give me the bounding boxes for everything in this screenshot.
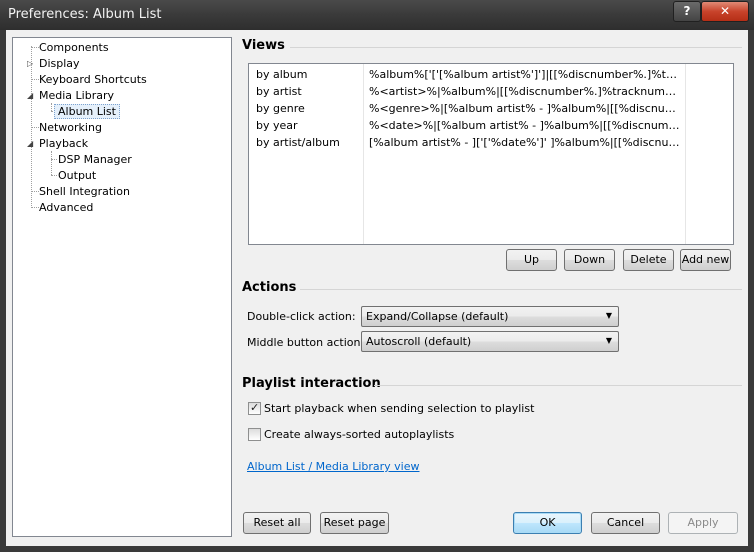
tree-item-label: Album List — [54, 104, 120, 119]
middle-button-select[interactable]: Autoscroll (default) ▼ — [361, 331, 619, 352]
expand-arrow-icon[interactable]: ▷ — [27, 59, 33, 68]
always-sorted-checkbox[interactable] — [248, 428, 261, 441]
view-pattern: %<artist>%|%album%|[[%discnumber%.]%trac… — [369, 85, 681, 98]
view-pattern: %album%['['[%album artist%']']|[[%discnu… — [369, 68, 681, 81]
checkmark-icon: ✓ — [250, 401, 260, 414]
tree-item-display[interactable]: Display — [37, 56, 82, 72]
middle-button-label: Middle button action: — [247, 336, 365, 349]
ok-button[interactable]: OK — [513, 512, 582, 534]
title-bar: Preferences: Album List ? ✕ — [0, 0, 754, 30]
help-button[interactable]: ? — [673, 1, 701, 22]
dropdown-arrow-icon: ▼ — [605, 311, 612, 320]
apply-button[interactable]: Apply — [668, 512, 738, 534]
view-name: by artist/album — [256, 136, 340, 149]
views-row[interactable]: by album %album%['['[%album artist%']']|… — [249, 66, 733, 83]
delete-button[interactable]: Delete — [623, 249, 674, 271]
section-divider — [300, 289, 742, 290]
tree-item-label: Networking — [39, 121, 102, 134]
tree-item-label: Components — [39, 41, 109, 54]
views-row[interactable]: by artist %<artist>%|%album%|[[%discnumb… — [249, 83, 733, 100]
collapse-arrow-icon[interactable]: ◢ — [27, 91, 33, 100]
tree-item-media-library[interactable]: Media Library — [37, 88, 116, 104]
tree-connector — [51, 151, 52, 175]
window-frame-bottom — [0, 546, 754, 552]
view-name: by year — [256, 119, 298, 132]
tree-item-label: Keyboard Shortcuts — [39, 73, 147, 86]
view-name: by genre — [256, 102, 305, 115]
tree-item-album-list[interactable]: Album List — [54, 104, 120, 120]
collapse-arrow-icon[interactable]: ◢ — [27, 139, 33, 148]
tree-item-advanced[interactable]: Advanced — [37, 200, 95, 216]
views-list[interactable]: by album %album%['['[%album artist%']']|… — [248, 63, 734, 245]
reset-all-button[interactable]: Reset all — [243, 512, 311, 534]
section-divider — [374, 385, 742, 386]
start-playback-label[interactable]: Start playback when sending selection to… — [264, 402, 534, 415]
always-sorted-label[interactable]: Create always-sorted autoplaylists — [264, 428, 454, 441]
tree-item-label: Media Library — [39, 89, 114, 102]
view-pattern: [%album artist% - ]['['%date%']' ]%album… — [369, 136, 681, 149]
tree-item-label: DSP Manager — [58, 153, 132, 166]
tree-item-output[interactable]: Output — [56, 168, 98, 184]
tree-item-label: Shell Integration — [39, 185, 130, 198]
view-pattern: %<date>%|[%album artist% - ]%album%|[[%d… — [369, 119, 681, 132]
tree-item-label: Display — [39, 57, 80, 70]
tree-item-label: Playback — [39, 137, 89, 150]
reset-page-button[interactable]: Reset page — [320, 512, 389, 534]
add-new-button[interactable]: Add new — [680, 249, 731, 271]
tree-item-dsp-manager[interactable]: DSP Manager — [56, 152, 134, 168]
middle-button-value: Autoscroll (default) — [366, 335, 472, 348]
cancel-button[interactable]: Cancel — [591, 512, 660, 534]
view-name: by artist — [256, 85, 302, 98]
tree-item-playback[interactable]: Playback — [37, 136, 90, 152]
views-row[interactable]: by genre %<genre>%|[%album artist% - ]%a… — [249, 100, 733, 117]
down-button[interactable]: Down — [564, 249, 615, 271]
tree-item-label: Advanced — [39, 201, 94, 214]
start-playback-checkbox[interactable]: ✓ — [248, 401, 261, 415]
tree-item-networking[interactable]: Networking — [37, 120, 104, 136]
double-click-select[interactable]: Expand/Collapse (default) ▼ — [361, 306, 619, 327]
tree-item-shell-integration[interactable]: Shell Integration — [37, 184, 132, 200]
album-list-help-link[interactable]: Album List / Media Library view — [247, 460, 420, 473]
view-name: by album — [256, 68, 308, 81]
window-frame-right — [748, 30, 754, 552]
views-row[interactable]: by artist/album [%album artist% - ]['['%… — [249, 134, 733, 151]
view-pattern: %<genre>%|[%album artist% - ]%album%|[[%… — [369, 102, 681, 115]
actions-section-title: Actions — [242, 280, 297, 295]
close-button[interactable]: ✕ — [701, 1, 749, 22]
tree-item-label: Output — [58, 169, 97, 182]
preferences-tree[interactable]: ▷ ◢ ◢ Components Display Keyboard Shortc… — [12, 37, 232, 537]
tree-connector — [31, 46, 32, 206]
double-click-value: Expand/Collapse (default) — [366, 310, 509, 323]
tree-item-keyboard-shortcuts[interactable]: Keyboard Shortcuts — [37, 72, 149, 88]
views-row[interactable]: by year %<date>%|[%album artist% - ]%alb… — [249, 117, 733, 134]
section-divider — [290, 47, 742, 48]
up-button[interactable]: Up — [506, 249, 557, 271]
playlist-section-title: Playlist interaction — [242, 376, 381, 391]
double-click-label: Double-click action: — [247, 310, 356, 323]
tree-item-components[interactable]: Components — [37, 40, 111, 56]
window-title: Preferences: Album List — [8, 7, 162, 22]
views-section-title: Views — [242, 38, 285, 53]
dropdown-arrow-icon: ▼ — [605, 336, 612, 345]
tree-connector — [51, 103, 52, 111]
